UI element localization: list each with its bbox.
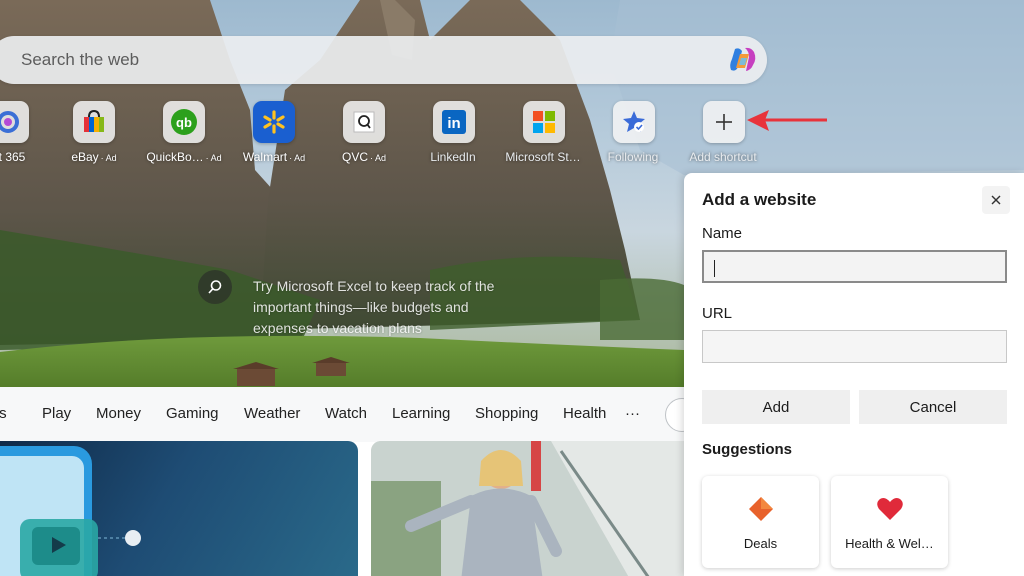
deals-tag-icon <box>748 497 773 521</box>
following-icon <box>613 101 655 143</box>
plus-icon <box>703 101 745 143</box>
close-button[interactable] <box>982 186 1010 214</box>
shortcut-microsoft-store[interactable]: Microsoft St… <box>499 101 589 164</box>
text-cursor <box>714 260 715 277</box>
shortcut-linkedin[interactable]: in LinkedIn <box>409 101 499 164</box>
name-label: Name <box>702 225 743 242</box>
nav-item-learning[interactable]: Learning <box>392 405 450 422</box>
search-input[interactable] <box>21 50 701 70</box>
search-bar[interactable] <box>0 36 767 84</box>
news-card-video[interactable] <box>0 441 358 576</box>
phone-video-illustration <box>0 446 141 576</box>
tip-text[interactable]: Try Microsoft Excel to keep track of the… <box>253 276 523 339</box>
nav-item-play[interactable]: Play <box>42 405 71 422</box>
news-card-photo[interactable] <box>371 441 684 576</box>
name-field[interactable] <box>702 250 1007 283</box>
shortcut-qvc[interactable]: QVC · Ad <box>319 101 409 164</box>
svg-text:qb: qb <box>176 115 192 130</box>
person-photo-illustration <box>371 441 684 576</box>
nav-item-weather[interactable]: Weather <box>244 405 300 422</box>
ebay-icon <box>73 101 115 143</box>
nav-more-button[interactable]: ··· <box>625 405 640 422</box>
dialog-title: Add a website <box>702 190 817 209</box>
url-label: URL <box>702 305 733 322</box>
nav-item-sports[interactable]: rts <box>0 405 7 422</box>
search-icon[interactable] <box>198 270 232 304</box>
close-icon <box>991 195 1001 205</box>
url-field[interactable] <box>702 330 1007 363</box>
quickbooks-icon: qb <box>163 101 205 143</box>
shortcut-ebay[interactable]: eBay · Ad <box>49 101 139 164</box>
nav-item-watch[interactable]: Watch <box>325 405 367 422</box>
add-button[interactable]: Add <box>702 390 850 424</box>
red-arrow-icon <box>747 110 827 131</box>
suggestion-deals[interactable]: Deals <box>702 476 819 568</box>
nav-item-shopping[interactable]: Shopping <box>475 405 538 422</box>
copilot-icon[interactable] <box>727 45 759 75</box>
svg-text:in: in <box>447 115 460 132</box>
walmart-icon <box>253 101 295 143</box>
microsoft-store-icon <box>523 101 565 143</box>
shortcut-walmart[interactable]: Walmart · Ad <box>229 101 319 164</box>
microsoft-365-icon <box>0 101 29 143</box>
add-website-dialog: Add a website Name URL Add Cancel Sugges… <box>684 173 1024 576</box>
suggestion-health-wellness[interactable]: Health & Wel… <box>831 476 948 568</box>
nav-item-health[interactable]: Health <box>563 405 606 422</box>
shortcut-quickbooks[interactable]: qb QuickBo… · Ad <box>139 101 229 164</box>
qvc-icon <box>343 101 385 143</box>
shortcut-microsoft-365[interactable]: oft 365 <box>0 101 53 164</box>
nav-item-gaming[interactable]: Gaming <box>166 405 219 422</box>
linkedin-icon: in <box>433 101 475 143</box>
heart-icon <box>876 498 903 520</box>
cancel-button[interactable]: Cancel <box>859 390 1007 424</box>
suggestions-title: Suggestions <box>702 441 793 458</box>
category-nav: rts Play Money Gaming Weather Watch Lear… <box>0 387 684 442</box>
shortcut-following[interactable]: Following <box>589 101 679 164</box>
nav-item-money[interactable]: Money <box>96 405 141 422</box>
